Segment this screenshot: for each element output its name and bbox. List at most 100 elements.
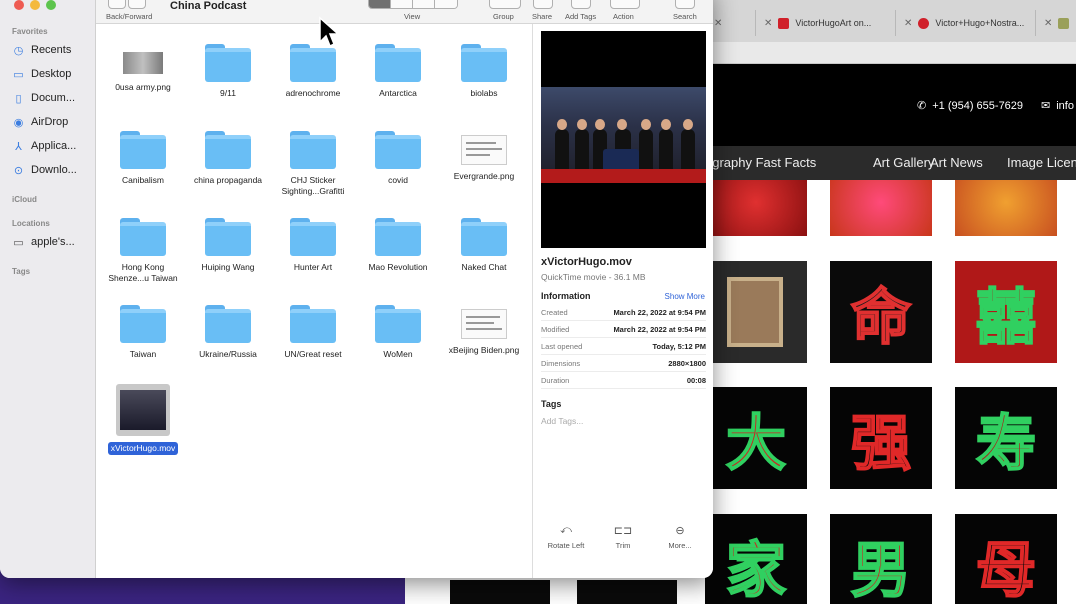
close-window-button[interactable] bbox=[14, 0, 24, 10]
folder-icon bbox=[375, 218, 421, 256]
phone-contact[interactable]: ✆ +1 (954) 655-7629 bbox=[917, 99, 1023, 113]
folder-item[interactable]: Canibalism bbox=[101, 131, 185, 186]
search-label: Search bbox=[673, 12, 697, 21]
mouse-pointer-icon bbox=[319, 16, 340, 48]
gallery-image[interactable] bbox=[705, 180, 807, 236]
close-icon[interactable]: ✕ bbox=[714, 18, 722, 29]
folder-item[interactable]: Ukraine/Russia bbox=[186, 305, 270, 360]
folder-item[interactable]: Naked Chat bbox=[442, 218, 526, 273]
sidebar-item-downloads[interactable]: ⊙ Downlo... bbox=[12, 160, 92, 180]
information-header: Information bbox=[541, 291, 591, 301]
nav-art-news[interactable]: Art News bbox=[930, 155, 983, 170]
sidebar-item-documents[interactable]: ▯ Docum... bbox=[12, 88, 92, 108]
close-icon[interactable]: ✕ bbox=[1044, 18, 1052, 29]
folder-item[interactable]: UN/Great reset bbox=[271, 305, 355, 360]
search-button[interactable] bbox=[675, 0, 695, 9]
share-button[interactable] bbox=[533, 0, 553, 9]
folder-item[interactable]: Antarctica bbox=[356, 44, 440, 99]
tags-header: Tags bbox=[541, 399, 562, 409]
folder-icon bbox=[205, 131, 251, 169]
back-button[interactable] bbox=[108, 0, 126, 9]
action-button[interactable] bbox=[610, 0, 640, 9]
folder-item[interactable]: Hunter Art bbox=[271, 218, 355, 273]
folder-item[interactable]: covid bbox=[356, 131, 440, 186]
group-button[interactable] bbox=[489, 0, 521, 9]
file-item[interactable]: Evergrande.png bbox=[442, 131, 526, 182]
nav-fast-facts[interactable]: ography Fast Facts bbox=[705, 155, 816, 170]
nav-art-gallery[interactable]: Art Gallery bbox=[873, 155, 934, 170]
gallery-image[interactable]: 母 bbox=[955, 514, 1057, 604]
sidebar-item-recents[interactable]: ◷ Recents bbox=[12, 40, 92, 60]
gallery-image[interactable]: 大 bbox=[705, 387, 807, 489]
gallery-image[interactable]: 寿 bbox=[955, 387, 1057, 489]
email-contact[interactable]: ✉ info bbox=[1041, 99, 1074, 113]
info-row-modified: Modified March 22, 2022 at 9:54 PM bbox=[541, 321, 706, 338]
icon-view-button[interactable] bbox=[369, 0, 391, 8]
folder-item[interactable]: biolabs bbox=[442, 44, 526, 99]
browser-tab-2[interactable]: ✕ Victor+Hugo+Nostra... bbox=[895, 10, 1035, 36]
gallery-image[interactable]: 命 bbox=[830, 261, 932, 363]
zoom-window-button[interactable] bbox=[46, 0, 56, 10]
image-thumbnail bbox=[461, 135, 507, 165]
locations-header: Locations bbox=[12, 219, 50, 228]
file-item-selected[interactable]: xVictorHugo.mov bbox=[101, 384, 185, 455]
gallery-image[interactable] bbox=[450, 580, 550, 604]
browser-tab-3[interactable]: ✕ bbox=[1035, 10, 1076, 36]
folder-item[interactable]: adrenochrome bbox=[271, 44, 355, 99]
document-icon: ▯ bbox=[15, 92, 22, 105]
video-preview[interactable] bbox=[541, 31, 706, 248]
column-view-button[interactable] bbox=[413, 0, 435, 8]
info-row-last-opened: Last opened Today, 5:12 PM bbox=[541, 338, 706, 355]
list-view-button[interactable] bbox=[391, 0, 413, 8]
gallery-image[interactable]: 强 bbox=[830, 387, 932, 489]
video-frame bbox=[541, 87, 706, 183]
forward-button[interactable] bbox=[128, 0, 146, 9]
minimize-window-button[interactable] bbox=[30, 0, 40, 10]
trim-icon: ⊏⊐ bbox=[613, 525, 633, 537]
video-thumbnail bbox=[116, 384, 170, 436]
action-label: Action bbox=[613, 12, 634, 21]
view-switcher[interactable] bbox=[368, 0, 458, 9]
folder-item[interactable]: CHJ Sticker Sighting...Grafitti bbox=[271, 131, 355, 197]
share-label: Share bbox=[532, 12, 553, 21]
folder-item[interactable]: Mao Revolution bbox=[356, 218, 440, 273]
add-tags-field[interactable]: Add Tags... bbox=[541, 416, 583, 426]
sidebar-item-computer[interactable]: ▭ apple's... bbox=[12, 232, 92, 252]
rotate-left-button[interactable]: ⤺ Rotate Left bbox=[541, 524, 591, 550]
folder-icon bbox=[120, 218, 166, 256]
folder-icon bbox=[205, 218, 251, 256]
folder-item[interactable]: Hong Kong Shenze...u Taiwan bbox=[101, 218, 185, 284]
add-tags-button[interactable] bbox=[571, 0, 591, 9]
file-item[interactable]: xBeijing Biden.png bbox=[442, 305, 526, 356]
gallery-image[interactable] bbox=[955, 180, 1057, 236]
favicon-icon bbox=[918, 17, 930, 29]
folder-item[interactable]: WoMen bbox=[356, 305, 440, 360]
close-icon[interactable]: ✕ bbox=[904, 18, 912, 29]
gallery-view-button[interactable] bbox=[435, 0, 457, 8]
nav-image-licensing[interactable]: Image Licen bbox=[1007, 155, 1076, 170]
folder-icon bbox=[461, 44, 507, 82]
gallery-image[interactable] bbox=[705, 261, 807, 363]
gallery-image[interactable] bbox=[577, 580, 677, 604]
folder-item[interactable]: china propaganda bbox=[186, 131, 270, 186]
more-button[interactable]: ⊖ More... bbox=[655, 524, 705, 550]
info-row-duration: Duration 00:08 bbox=[541, 372, 706, 389]
sidebar-item-desktop[interactable]: ▭ Desktop bbox=[12, 64, 92, 84]
sidebar-item-applications[interactable]: ⅄ Applica... bbox=[12, 136, 92, 156]
gallery-image[interactable]: 男 bbox=[830, 514, 932, 604]
folder-item[interactable]: 9/11 bbox=[186, 44, 270, 99]
folder-item[interactable]: Taiwan bbox=[101, 305, 185, 360]
gallery-image[interactable] bbox=[830, 180, 932, 236]
show-more-link[interactable]: Show More bbox=[665, 292, 705, 301]
gallery-image[interactable]: 囍 bbox=[955, 261, 1057, 363]
sidebar-item-airdrop[interactable]: ◉ AirDrop bbox=[12, 112, 92, 132]
folder-item[interactable]: Huiping Wang bbox=[186, 218, 270, 273]
browser-tab-1[interactable]: ✕ VictorHugoArt on... bbox=[755, 10, 895, 36]
favorites-header: Favorites bbox=[12, 27, 48, 36]
folder-icon bbox=[120, 131, 166, 169]
gallery-image[interactable]: 家 bbox=[705, 514, 807, 604]
file-item[interactable]: 0usa army.png bbox=[101, 44, 185, 93]
finder-toolbar: Back/Forward China Podcast View Group Sh… bbox=[96, 0, 713, 24]
trim-button[interactable]: ⊏⊐ Trim bbox=[598, 524, 648, 550]
close-icon[interactable]: ✕ bbox=[764, 18, 772, 29]
